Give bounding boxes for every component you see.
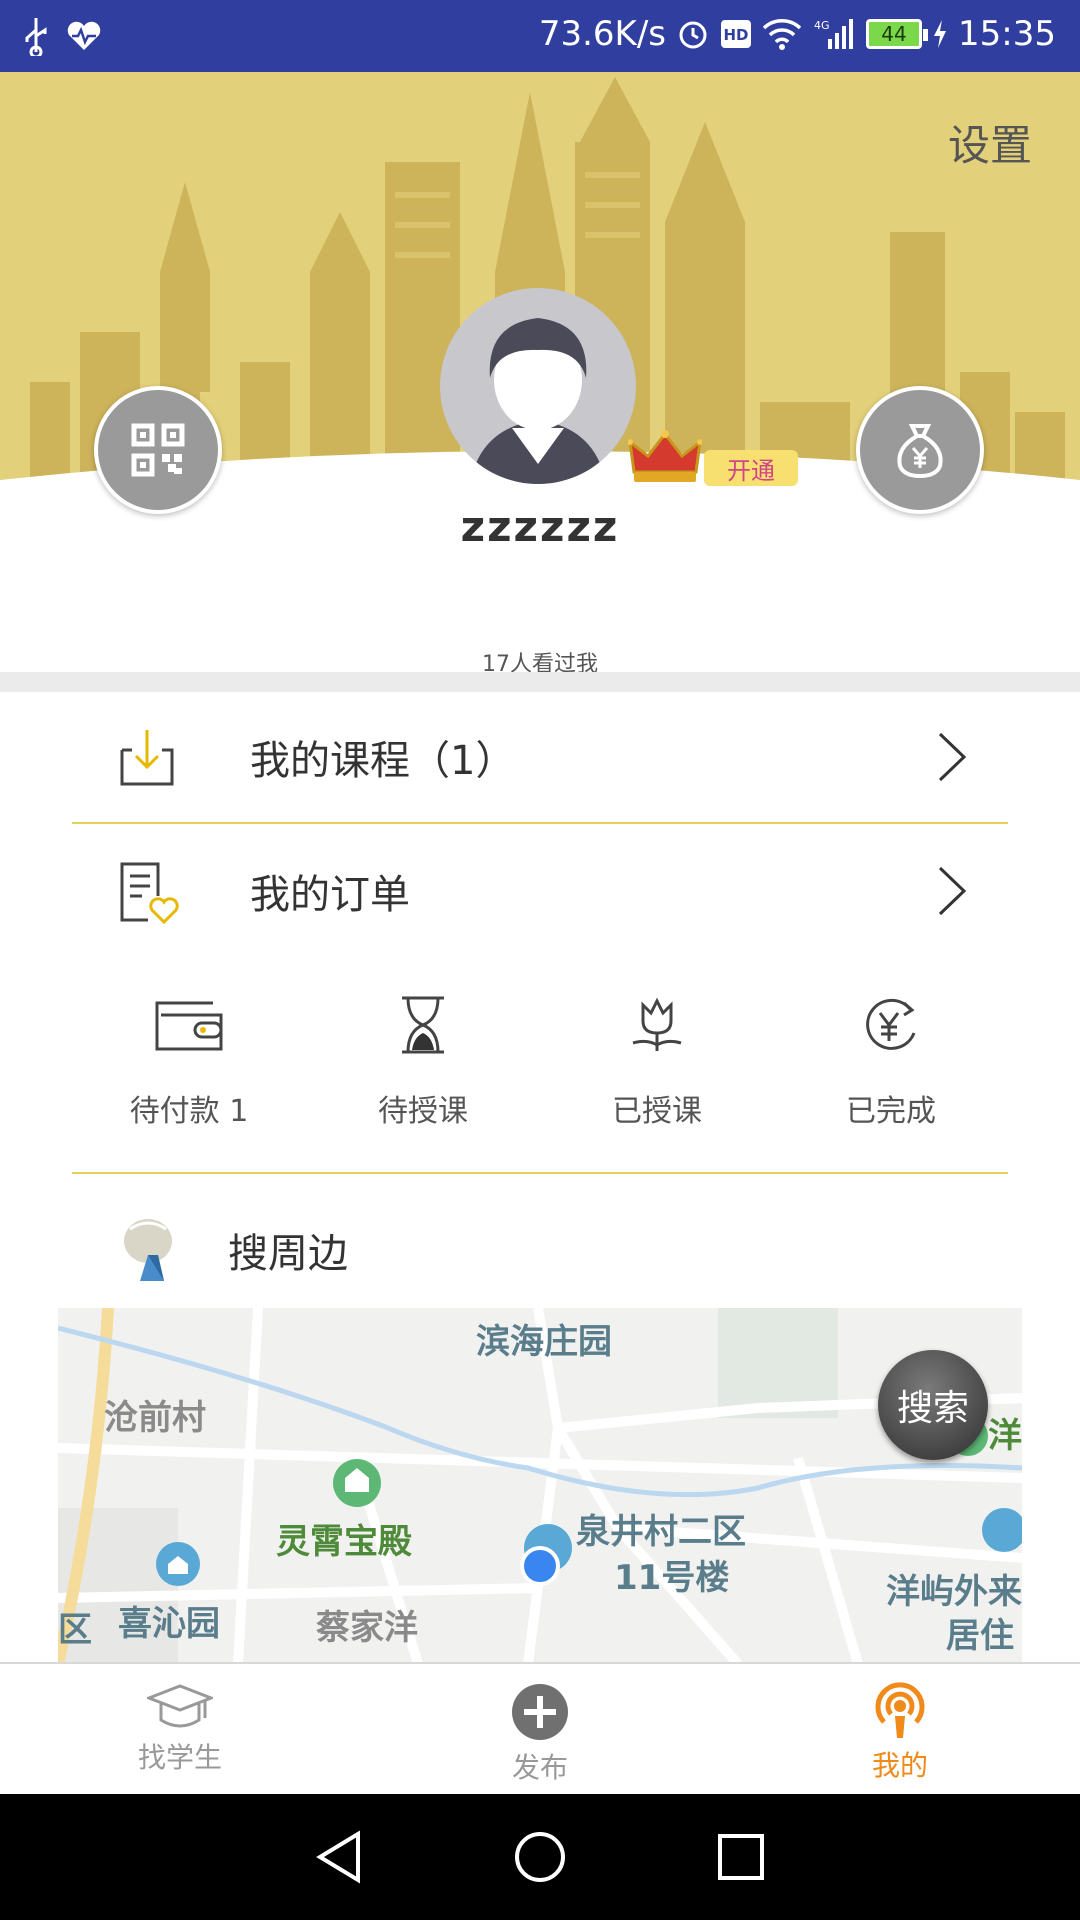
graduation-cap-icon	[147, 1684, 213, 1728]
vip-crown-icon	[627, 428, 703, 490]
nearby-map[interactable]: 滨海庄园 沧前村 灵霄宝殿 泉井村二区 11号楼 喜沁园 蔡家洋 洋屿外来 居住…	[58, 1308, 1022, 1664]
order-status-label: 待付款 1	[129, 1094, 249, 1129]
flower-icon	[617, 990, 697, 1060]
map-place-label: 滨海庄园	[476, 1322, 612, 1362]
alarm-icon	[676, 12, 710, 56]
bottom-tab-bar: 找学生 发布 我的	[0, 1662, 1080, 1794]
wallet-button[interactable]	[856, 386, 984, 514]
my-orders-label: 我的订单	[250, 872, 410, 918]
status-bar: 73.6K/s HD 4G 44 15:35	[0, 0, 1080, 72]
order-status-class-given[interactable]: 已授课	[540, 990, 774, 1140]
signal-icon: 4G	[812, 12, 856, 56]
map-place-label: 灵霄宝殿	[276, 1522, 412, 1562]
plus-circle-icon	[512, 1684, 568, 1740]
hourglass-icon	[383, 990, 463, 1060]
tab-label: 我的	[871, 1749, 928, 1782]
map-place-label: 居住	[946, 1616, 1014, 1656]
battery-level: 44	[881, 22, 907, 46]
map-place-label: 沧前村	[104, 1398, 206, 1438]
radar-dish-icon	[124, 1219, 172, 1281]
wallet-icon	[149, 990, 229, 1060]
avatar[interactable]	[440, 288, 636, 484]
username: zzzzzz	[460, 502, 620, 551]
qr-code-button[interactable]	[94, 386, 222, 514]
back-icon[interactable]	[314, 1830, 364, 1884]
chevron-right-icon	[938, 866, 967, 916]
order-status-label: 已授课	[612, 1094, 702, 1129]
tab-find-students[interactable]: 找学生	[0, 1664, 360, 1794]
wifi-icon	[762, 12, 802, 56]
order-list-icon	[120, 862, 179, 925]
order-status-awaiting-class[interactable]: 待授课	[306, 990, 540, 1140]
section-divider	[0, 672, 1080, 692]
profile-header: 设置 开通 zzzzzz 17人看过我	[0, 72, 1080, 682]
money-bag-icon	[897, 424, 943, 479]
search-nearby-row[interactable]: 搜周边	[72, 1200, 1008, 1300]
charging-icon	[932, 12, 948, 56]
tab-mine[interactable]: 我的	[720, 1664, 1080, 1794]
tab-label: 发布	[511, 1751, 568, 1784]
divider-line	[72, 1172, 1008, 1174]
hd-icon: HD	[720, 12, 752, 56]
network-type: 4G	[814, 19, 830, 32]
map-place-label: 泉井村二区	[576, 1512, 746, 1552]
system-navigation-bar	[0, 1794, 1080, 1920]
health-icon	[66, 14, 102, 58]
download-tray-icon	[120, 730, 174, 786]
vip-open-badge[interactable]: 开通	[704, 450, 798, 486]
map-place-label: 洋屿外来	[886, 1572, 1022, 1612]
usb-icon	[22, 14, 50, 58]
order-status-completed[interactable]: 已完成	[774, 990, 1008, 1140]
settings-button[interactable]: 设置	[948, 112, 1032, 173]
svg-text:HD: HD	[724, 26, 749, 44]
search-nearby-label: 搜周边	[228, 1231, 348, 1277]
clock: 15:35	[958, 14, 1056, 54]
divider-line	[72, 822, 1008, 824]
recents-icon[interactable]	[716, 1832, 766, 1882]
map-place-label: 11号楼	[614, 1558, 730, 1598]
order-status-label: 已完成	[846, 1094, 936, 1129]
battery-icon: 44	[866, 19, 929, 49]
my-courses-row[interactable]: 我的课程（1）	[72, 692, 1008, 822]
podcast-icon	[875, 1682, 925, 1738]
my-orders-row[interactable]: 我的订单	[72, 826, 1008, 956]
qr-code-icon	[131, 423, 185, 477]
tab-publish[interactable]: 发布	[360, 1664, 720, 1794]
network-speed: 73.6K/s	[538, 14, 667, 54]
map-place-label: 蔡家洋	[316, 1608, 418, 1648]
order-status-group: 待付款 1 待授课 已授课 已完成	[72, 990, 1008, 1140]
map-place-label: 洋	[988, 1416, 1022, 1456]
order-status-pending-payment[interactable]: 待付款 1	[72, 990, 306, 1140]
order-status-label: 待授课	[378, 1094, 468, 1129]
map-search-button[interactable]: 搜索	[878, 1350, 988, 1460]
my-courses-label: 我的课程（1）	[250, 738, 516, 784]
yen-refresh-icon	[851, 990, 931, 1060]
home-icon[interactable]	[513, 1830, 567, 1884]
map-place-label: 喜沁园	[118, 1604, 220, 1644]
tab-label: 找学生	[137, 1741, 222, 1774]
map-place-label: 区	[58, 1610, 92, 1650]
chevron-right-icon	[938, 732, 967, 782]
